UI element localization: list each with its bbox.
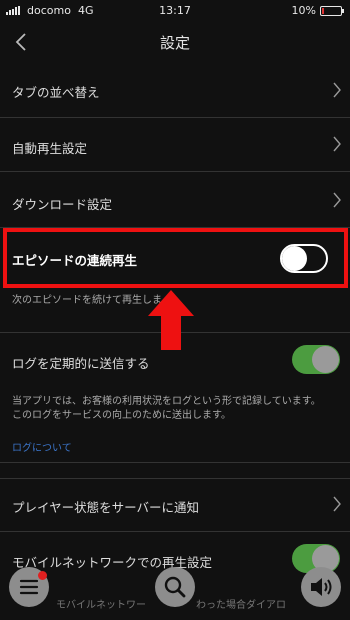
notification-badge	[38, 571, 47, 580]
continuous-play-help-text: 次のエピソードを続けて再生しま	[12, 295, 162, 306]
chevron-right-icon	[333, 496, 341, 512]
search-button[interactable]	[155, 567, 195, 607]
search-icon	[164, 576, 186, 598]
settings-row-label: タブの並べ替え	[12, 85, 100, 100]
chevron-right-icon	[333, 136, 341, 152]
settings-row-player-state[interactable]: プレイヤー状態をサーバーに通知	[0, 478, 350, 532]
settings-row-label: 自動再生設定	[12, 141, 88, 156]
settings-row-label: ログを定期的に送信する	[12, 356, 150, 371]
battery-percentage: 10%	[291, 4, 316, 17]
settings-row-autoplay[interactable]: 自動再生設定	[0, 118, 350, 172]
highlight-box	[3, 228, 348, 288]
battery-level-fill	[322, 8, 324, 14]
speaker-icon	[311, 578, 332, 596]
settings-row-download[interactable]: ダウンロード設定	[0, 172, 350, 228]
settings-row-label: プレイヤー状態をサーバーに通知	[12, 500, 200, 515]
send-logs-help-line2: このログをサービスの向上のために送出します。	[12, 410, 231, 421]
chevron-right-icon	[333, 192, 341, 208]
status-bar: docomo 4G 13:17 10%	[0, 0, 350, 22]
chevron-right-icon	[333, 82, 341, 98]
settings-row-label: ダウンロード設定	[12, 197, 113, 212]
speaker-button[interactable]	[301, 567, 341, 607]
settings-row-send-logs: ログを定期的に送信する 当アプリでは、お客様の利用状況をログという形で記録してい…	[0, 333, 350, 463]
battery-icon	[320, 6, 344, 16]
page-title: 設定	[159, 34, 190, 52]
send-logs-toggle[interactable]	[292, 345, 340, 374]
send-logs-help-line1: 当アプリでは、お客様の利用状況をログという形で記録しています。	[12, 396, 321, 407]
settings-row-tab-order[interactable]: タブの並べ替え	[0, 62, 350, 118]
logs-info-link[interactable]: ログについて	[12, 439, 72, 454]
navigation-bar: 設定	[0, 22, 350, 62]
toggle-knob	[312, 346, 339, 373]
